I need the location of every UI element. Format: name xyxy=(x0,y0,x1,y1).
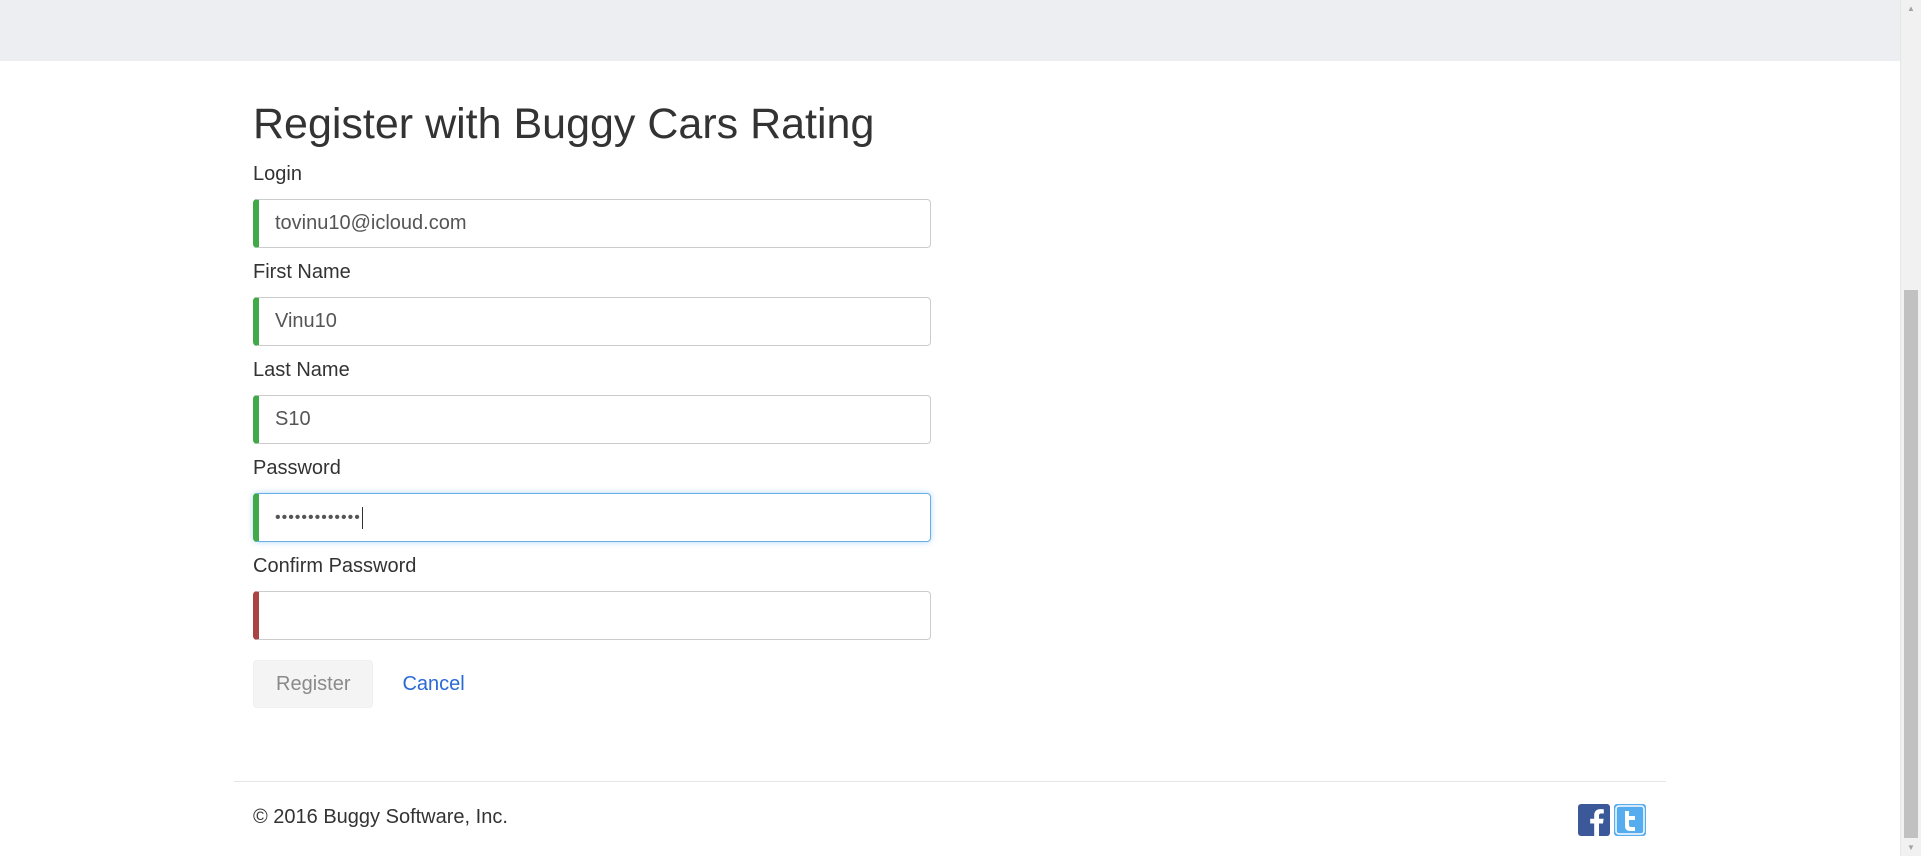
page-title: Register with Buggy Cars Rating xyxy=(253,100,875,148)
cancel-link[interactable]: Cancel xyxy=(402,673,464,696)
login-input[interactable]: tovinu10@icloud.com xyxy=(253,199,931,248)
login-label: Login xyxy=(253,163,302,185)
social-links xyxy=(1578,804,1646,836)
last-name-label: Last Name xyxy=(253,359,350,381)
register-form-container: Register with Buggy Cars Rating Login to… xyxy=(253,61,933,708)
confirm-password-label: Confirm Password xyxy=(253,555,417,577)
scroll-up-arrow-icon[interactable]: ▲ xyxy=(1901,0,1921,17)
first-name-group: First Name Vinu10 xyxy=(253,260,933,346)
login-group: Login tovinu10@icloud.com xyxy=(253,162,933,248)
text-caret xyxy=(361,506,363,529)
password-label: Password xyxy=(253,457,341,479)
first-name-value: Vinu10 xyxy=(275,310,337,332)
footer-copyright: © 2016 Buggy Software, Inc. xyxy=(253,806,508,828)
password-group: Password ••••••••••••• xyxy=(253,456,933,542)
facebook-icon[interactable] xyxy=(1578,804,1610,836)
twitter-icon[interactable] xyxy=(1614,804,1646,836)
scrollbar-thumb[interactable] xyxy=(1904,290,1918,838)
confirm-password-input[interactable] xyxy=(253,591,931,640)
last-name-group: Last Name S10 xyxy=(253,358,933,444)
first-name-input[interactable]: Vinu10 xyxy=(253,297,931,346)
last-name-input[interactable]: S10 xyxy=(253,395,931,444)
scroll-down-arrow-icon[interactable]: ▼ xyxy=(1901,839,1921,856)
form-actions: Register Cancel xyxy=(253,660,933,708)
first-name-label: First Name xyxy=(253,261,351,283)
footer-divider xyxy=(234,781,1666,782)
login-value: tovinu10@icloud.com xyxy=(275,212,467,234)
password-masked-value: ••••••••••••• xyxy=(275,508,361,526)
password-input[interactable]: ••••••••••••• xyxy=(253,493,931,542)
last-name-value: S10 xyxy=(275,408,311,430)
vertical-scrollbar[interactable]: ▲ ▼ xyxy=(1900,0,1921,856)
top-navbar xyxy=(0,0,1900,61)
confirm-password-group: Confirm Password xyxy=(253,554,933,640)
register-button[interactable]: Register xyxy=(253,660,374,708)
